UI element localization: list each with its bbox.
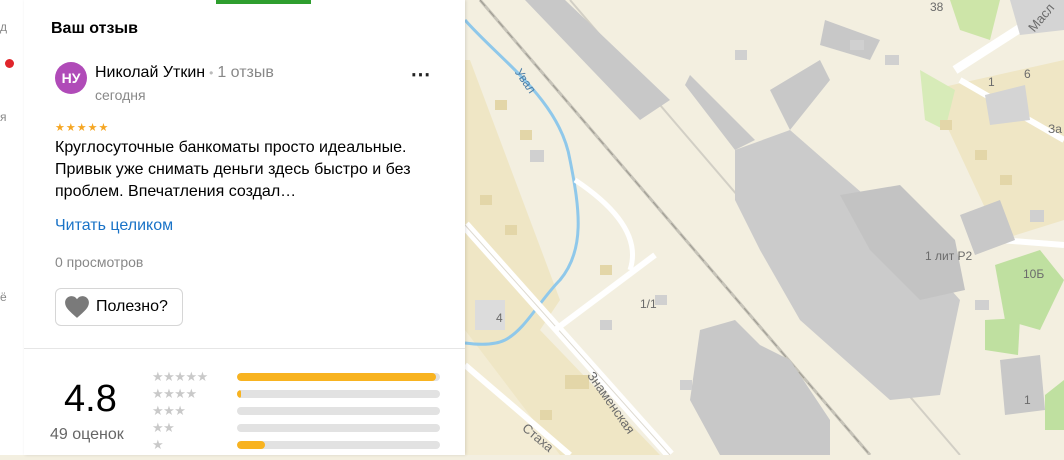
distribution-bar-fill: [237, 390, 242, 398]
author-review-count: 1 отзыв: [217, 64, 274, 81]
read-full-link[interactable]: Читать целиком: [55, 217, 173, 235]
distribution-bar-track: [237, 373, 440, 381]
distribution-stars: ★: [152, 437, 164, 452]
distribution-bar-track: [237, 390, 440, 398]
distribution-stars: ★★★★: [152, 386, 197, 401]
distribution-bar-track: [237, 407, 440, 415]
review-date: сегодня: [95, 87, 146, 103]
section-title: Ваш отзыв: [51, 20, 138, 37]
map-label-house: 6: [1024, 67, 1031, 81]
map-label-house: 1/1: [640, 297, 657, 311]
map-label-house: 1 лит Р2: [925, 249, 973, 263]
review-text: Круглосуточные банкоматы просто идеальны…: [55, 139, 411, 200]
distribution-stars: ★★★: [152, 403, 186, 418]
more-options-button[interactable]: ⋯: [407, 65, 435, 88]
notification-dot: [5, 59, 14, 68]
nav-fragment: д: [0, 20, 8, 34]
author-name[interactable]: Николай Уткин: [95, 64, 205, 81]
distribution-stars: ★★★★★: [152, 369, 208, 384]
divider: [24, 348, 465, 349]
map-label-house: 10Б: [1023, 267, 1045, 281]
avatar-initials: НУ: [61, 70, 81, 86]
rating-value: 4.8: [64, 378, 117, 420]
distribution-bar-track: [237, 424, 440, 432]
map-label-house: 1: [1024, 393, 1031, 407]
views-count: 0 просмотров: [55, 254, 144, 270]
useful-button[interactable]: Полезно?: [55, 288, 183, 326]
author-separator: •: [209, 66, 214, 80]
reviews-panel: Ваш отзыв НУ Николай Уткин • 1 отзыв сегод…: [24, 0, 465, 455]
review-rating-stars: ★★★★★: [55, 122, 110, 134]
avatar[interactable]: НУ: [55, 62, 87, 94]
nav-fragment: ё: [0, 290, 7, 304]
distribution-stars: ★★: [152, 420, 175, 435]
rating-count: 49 оценок: [50, 426, 124, 443]
distribution-row: ★★★★★: [152, 369, 442, 384]
useful-button-label: Полезно?: [96, 298, 168, 315]
heart-icon: [65, 296, 89, 318]
map-label-house: 1: [988, 75, 995, 89]
distribution-bar-fill: [237, 373, 436, 381]
map-label-house: За: [1048, 122, 1062, 136]
nav-fragment: я: [0, 110, 7, 124]
distribution-row: ★★★: [152, 403, 442, 418]
distribution-bar-track: [237, 441, 440, 449]
distribution-row: ★: [152, 437, 442, 452]
distribution-row: ★★★★: [152, 386, 442, 401]
map-label-house: 4: [496, 311, 503, 325]
map-label-house: 38: [930, 0, 944, 14]
more-dots-icon: ⋯: [410, 64, 432, 86]
left-nav-strip: д я ё: [0, 0, 25, 455]
active-tab-indicator: [216, 0, 311, 4]
distribution-row: ★★: [152, 420, 442, 435]
author-line: Николай Уткин • 1 отзыв: [95, 64, 274, 82]
distribution-bar-fill: [237, 441, 266, 449]
